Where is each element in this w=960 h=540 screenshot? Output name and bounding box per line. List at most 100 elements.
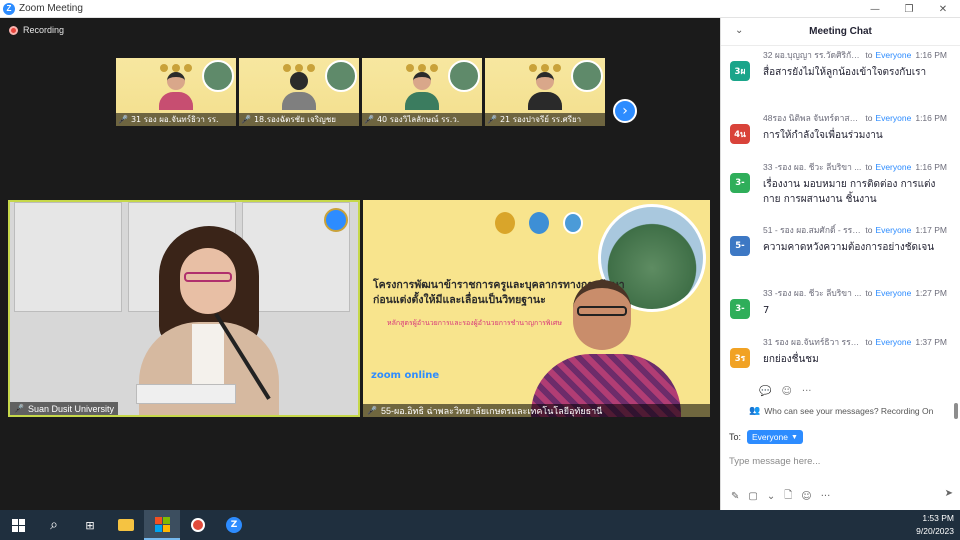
message-recipient[interactable]: Everyone [875, 160, 911, 174]
mic-muted-icon: 🎤 [364, 115, 374, 124]
message-sender: 48รอง นิติพล จันทร์ดาสา... [763, 113, 862, 123]
message-to: to [865, 50, 873, 60]
participant-video [531, 280, 681, 417]
send-icon[interactable]: ➤ [945, 488, 953, 499]
video-tile-namebar: 🎤 Suan Dusit University [10, 402, 119, 415]
message-recipient[interactable]: Everyone [875, 111, 911, 125]
app-taskbar-button[interactable] [144, 510, 180, 540]
zoom-logo-icon: Z [3, 2, 15, 15]
emoji-icon[interactable]: ☺ [781, 386, 791, 397]
chat-messages[interactable]: 3ผ 32 ผอ.บุญญา รร.วัดศิริกัน... to Everyon… [721, 48, 953, 384]
clock-time: 1:53 PM [922, 513, 954, 523]
participant-thumbnail[interactable]: 🎤 31 รอง ผอ.จันทร์ธิวา รร. [116, 58, 236, 126]
message-text: การให้กำลังใจเพื่อนร่วมงาน [763, 130, 883, 141]
chevron-down-icon[interactable]: ⌄ [735, 25, 743, 36]
format-icon[interactable]: ✎ [731, 491, 739, 502]
emblem-icon [495, 212, 515, 234]
folder-icon [118, 519, 134, 531]
video-tile-speaker[interactable]: 🎤 Suan Dusit University [8, 200, 360, 417]
zoom-taskbar-button[interactable]: Z [216, 510, 252, 540]
mic-muted-icon: 🎤 [118, 115, 128, 124]
chevron-down-icon[interactable]: ⌄ [767, 491, 775, 502]
restore-button[interactable]: ❐ [892, 0, 926, 18]
emoji-icon[interactable]: ☺ [801, 491, 811, 502]
message-recipient[interactable]: Everyone [875, 335, 911, 349]
mic-muted-icon: 🎤 [241, 115, 251, 124]
message-time: 1:27 PM [915, 288, 947, 298]
avatar: 3- [730, 299, 750, 319]
message-text: 7 [763, 305, 770, 316]
taskbar: ⌕ ⊞ Z 1:53 PM 9/20/2023 [0, 510, 960, 540]
more-icon[interactable]: ··· [821, 491, 831, 502]
privacy-notice[interactable]: 👥 Who can see your messages? Recording O… [749, 405, 933, 416]
message-reactions: 💬 ☺ ··· [759, 386, 811, 397]
message-time: 1:16 PM [915, 50, 947, 60]
chat-message: 3ผ 32 ผอ.บุญญา รร.วัดศิริกัน... to Everyon… [721, 48, 953, 111]
participant-thumbnail[interactable]: 🎤 21 รองปาจรีย์ รร.ศรียา [485, 58, 605, 126]
video-tile-name: Suan Dusit University [27, 403, 115, 414]
chat-scrollbar[interactable] [954, 403, 958, 419]
participant-namebar: 🎤 21 รองปาจรีย์ รร.ศรียา [485, 113, 605, 126]
minimize-button[interactable]: — [858, 0, 892, 18]
building-photo [571, 60, 603, 92]
video-tile-namebar: 🎤 55-ผอ.อิทธิ ฉ่าพละวิทยาลัยเกษตรและเทคโ… [363, 404, 710, 417]
avatar: 5- [730, 236, 750, 256]
message-to: to [865, 225, 873, 235]
chat-title: Meeting Chat [809, 26, 872, 37]
participant-name: 21 รองปาจรีย์ รร.ศรียา [499, 115, 582, 124]
avatar: 4น [730, 124, 750, 144]
hcd-logo-icon [563, 212, 583, 234]
message-sender: 31 รอง ผอ.จันทร์ธิวา รร.อ... [763, 337, 862, 347]
message-sender: 33 -รอง ผอ. ชีวะ ลีบริขา ... [763, 288, 862, 298]
search-button[interactable]: ⌕ [36, 510, 72, 540]
recorder-taskbar-button[interactable] [180, 510, 216, 540]
start-button[interactable] [0, 510, 36, 540]
participant-name: 18.รองฉัตรชัย เจริญชย [253, 115, 336, 124]
background-window [14, 202, 122, 312]
recipient-row: To: Everyone ▼ [729, 430, 803, 444]
message-text: สื่อสารยังไม่ให้ลูกน้องเข้าใจตรงกับเรา [763, 67, 927, 78]
search-icon: ⌕ [50, 517, 58, 533]
message-text: ยกย่องชื่นชม [763, 354, 819, 365]
building-photo [202, 60, 234, 92]
mic-muted-icon: 🎤 [487, 115, 497, 124]
participant-name: 31 รอง ผอ.จันทร์ธิวา รร. [130, 115, 219, 124]
emblem-icon [529, 212, 549, 234]
window-controls: — ❐ ✕ [858, 0, 960, 18]
privacy-text: Who can see your messages? Recording On [764, 405, 934, 416]
chat-input[interactable] [729, 450, 951, 472]
screenshot-icon[interactable]: ▢ [748, 491, 757, 502]
message-sender: 32 ผอ.บุญญา รร.วัดศิริกัน... [763, 50, 862, 60]
next-page-button[interactable]: › [613, 99, 637, 123]
participant-namebar: 🎤 40 รองวิไลลักษณ์ รร.ว. [362, 113, 482, 126]
recording-dot-icon [9, 25, 18, 35]
message-recipient[interactable]: Everyone [875, 286, 911, 300]
message-time: 1:16 PM [915, 113, 947, 123]
window-title: Zoom Meeting [19, 3, 83, 14]
recipient-dropdown[interactable]: Everyone ▼ [747, 430, 803, 444]
file-icon[interactable]: 🗋 [784, 488, 792, 505]
close-button[interactable]: ✕ [926, 0, 960, 18]
chat-panel: ⌄ Meeting Chat 3ผ 32 ผอ.บุญญา รร.วัดศิริ… [720, 18, 960, 510]
message-recipient[interactable]: Everyone [875, 223, 911, 237]
task-view-button[interactable]: ⊞ [72, 510, 108, 540]
zoom-icon: Z [226, 517, 242, 533]
message-to: to [865, 162, 873, 172]
participant-thumbnail[interactable]: 🎤 40 รองวิไลลักษณ์ รร.ว. [362, 58, 482, 126]
message-time: 1:37 PM [915, 337, 947, 347]
laptop [136, 384, 236, 404]
system-clock[interactable]: 1:53 PM 9/20/2023 [916, 512, 954, 538]
more-icon[interactable]: ··· [802, 386, 812, 397]
message-to: to [865, 113, 873, 123]
message-recipient[interactable]: Everyone [875, 48, 911, 62]
message-time: 1:16 PM [915, 162, 947, 172]
chat-message: 3- 33 -รอง ผอ. ชีวะ ลีบริขา ... to Everyon… [721, 286, 953, 335]
recording-indicator[interactable]: Recording [9, 25, 64, 35]
participant-namebar: 🎤 18.รองฉัตรชัย เจริญชย [239, 113, 359, 126]
video-tile-participant[interactable]: โครงการพัฒนาข้าราชการครูและบุคลากรทางการ… [363, 200, 710, 417]
reply-icon[interactable]: 💬 [759, 386, 771, 397]
building-photo [448, 60, 480, 92]
recorder-icon [191, 518, 205, 532]
file-explorer-button[interactable] [108, 510, 144, 540]
participant-thumbnail[interactable]: 🎤 18.รองฉัตรชัย เจริญชย [239, 58, 359, 126]
